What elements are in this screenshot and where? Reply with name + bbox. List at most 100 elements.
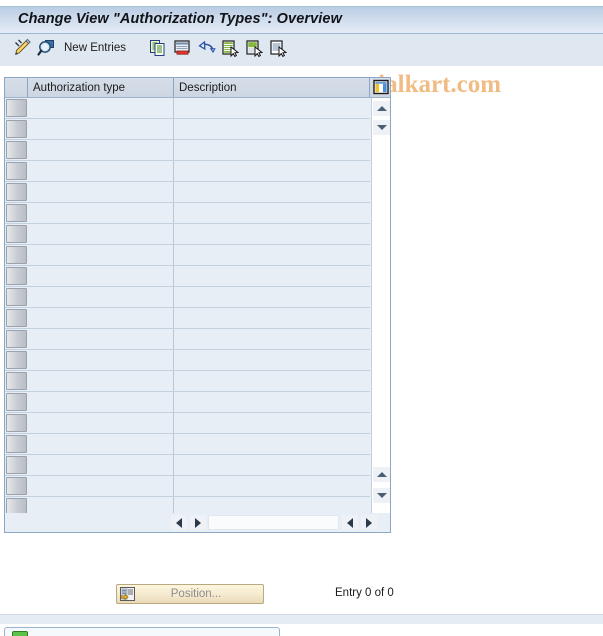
cell-description[interactable] xyxy=(174,497,370,513)
cell-description[interactable] xyxy=(174,455,370,475)
cell-authorization-type[interactable] xyxy=(28,371,174,391)
scroll-down-bottom-button[interactable] xyxy=(373,488,390,503)
cell-description[interactable] xyxy=(174,476,370,496)
cell-authorization-type[interactable] xyxy=(28,98,174,118)
row-selector-button[interactable] xyxy=(6,351,27,369)
cell-authorization-type[interactable] xyxy=(28,308,174,328)
cell-authorization-type[interactable] xyxy=(28,476,174,496)
table-row[interactable] xyxy=(5,497,370,513)
cell-description[interactable] xyxy=(174,413,370,433)
cell-description[interactable] xyxy=(174,140,370,160)
cell-authorization-type[interactable] xyxy=(28,161,174,181)
table-row[interactable] xyxy=(5,329,370,350)
cell-description[interactable] xyxy=(174,371,370,391)
row-selector-button[interactable] xyxy=(6,225,27,243)
table-row[interactable] xyxy=(5,98,370,119)
select-all-button[interactable] xyxy=(220,39,240,61)
cell-authorization-type[interactable] xyxy=(28,413,174,433)
scroll-right-end-button[interactable] xyxy=(361,515,377,530)
cell-description[interactable] xyxy=(174,245,370,265)
table-settings-icon[interactable] xyxy=(373,79,389,95)
cell-description[interactable] xyxy=(174,203,370,223)
cell-authorization-type[interactable] xyxy=(28,266,174,286)
row-selector-button[interactable] xyxy=(6,414,27,432)
horizontal-scrollbar[interactable] xyxy=(5,513,390,532)
row-selector-button[interactable] xyxy=(6,246,27,264)
horizontal-scroll-track[interactable] xyxy=(208,515,339,530)
new-entries-button[interactable]: New Entries xyxy=(64,42,126,54)
select-block-button[interactable] xyxy=(244,39,264,61)
cell-authorization-type[interactable] xyxy=(28,182,174,202)
table-row[interactable] xyxy=(5,371,370,392)
cell-description[interactable] xyxy=(174,161,370,181)
table-row[interactable] xyxy=(5,203,370,224)
display-change-button[interactable] xyxy=(12,38,32,61)
cell-authorization-type[interactable] xyxy=(28,497,174,513)
copy-as-button[interactable] xyxy=(148,39,168,61)
table-row[interactable] xyxy=(5,455,370,476)
undo-button[interactable] xyxy=(196,39,216,61)
cell-description[interactable] xyxy=(174,266,370,286)
row-selector-button[interactable] xyxy=(6,477,27,495)
cell-authorization-type[interactable] xyxy=(28,350,174,370)
scroll-down-top-button[interactable] xyxy=(373,120,390,135)
row-selector-button[interactable] xyxy=(6,498,27,513)
cell-description[interactable] xyxy=(174,392,370,412)
cell-authorization-type[interactable] xyxy=(28,329,174,349)
table-row[interactable] xyxy=(5,392,370,413)
scroll-up-top-button[interactable] xyxy=(373,101,390,116)
cell-description[interactable] xyxy=(174,308,370,328)
row-selector-button[interactable] xyxy=(6,330,27,348)
cell-description[interactable] xyxy=(174,350,370,370)
row-selector-button[interactable] xyxy=(6,288,27,306)
cell-authorization-type[interactable] xyxy=(28,245,174,265)
table-row[interactable] xyxy=(5,140,370,161)
table-row[interactable] xyxy=(5,308,370,329)
cell-description[interactable] xyxy=(174,224,370,244)
scroll-right-button[interactable] xyxy=(190,515,206,530)
table-row[interactable] xyxy=(5,413,370,434)
scroll-up-bottom-button[interactable] xyxy=(373,467,390,482)
cell-authorization-type[interactable] xyxy=(28,392,174,412)
row-selector-button[interactable] xyxy=(6,120,27,138)
cell-description[interactable] xyxy=(174,98,370,118)
row-selector-button[interactable] xyxy=(6,435,27,453)
table-row[interactable] xyxy=(5,434,370,455)
column-header-authorization-type[interactable]: Authorization type xyxy=(28,78,174,97)
table-row[interactable] xyxy=(5,119,370,140)
table-row[interactable] xyxy=(5,266,370,287)
scroll-left-end-button[interactable] xyxy=(342,515,358,530)
row-selector-button[interactable] xyxy=(6,141,27,159)
cell-authorization-type[interactable] xyxy=(28,434,174,454)
row-selector-button[interactable] xyxy=(6,162,27,180)
scroll-left-button[interactable] xyxy=(171,515,187,530)
row-selector-button[interactable] xyxy=(6,267,27,285)
row-selector-button[interactable] xyxy=(6,309,27,327)
cell-authorization-type[interactable] xyxy=(28,224,174,244)
table-row[interactable] xyxy=(5,350,370,371)
delete-button[interactable] xyxy=(172,39,192,61)
cell-authorization-type[interactable] xyxy=(28,119,174,139)
cell-description[interactable] xyxy=(174,329,370,349)
cell-description[interactable] xyxy=(174,119,370,139)
row-selector-button[interactable] xyxy=(6,99,27,117)
row-selector-button[interactable] xyxy=(6,393,27,411)
table-row[interactable] xyxy=(5,224,370,245)
cell-authorization-type[interactable] xyxy=(28,455,174,475)
row-selector-button[interactable] xyxy=(6,372,27,390)
row-selector-button[interactable] xyxy=(6,204,27,222)
table-row[interactable] xyxy=(5,245,370,266)
table-row[interactable] xyxy=(5,287,370,308)
table-row[interactable] xyxy=(5,161,370,182)
vertical-scrollbar[interactable] xyxy=(371,98,390,513)
deselect-all-button[interactable] xyxy=(268,39,288,61)
column-header-description[interactable]: Description xyxy=(174,78,370,97)
table-row[interactable] xyxy=(5,476,370,497)
cell-description[interactable] xyxy=(174,182,370,202)
cell-description[interactable] xyxy=(174,287,370,307)
table-row[interactable] xyxy=(5,182,370,203)
cell-authorization-type[interactable] xyxy=(28,140,174,160)
cell-authorization-type[interactable] xyxy=(28,203,174,223)
row-selector-button[interactable] xyxy=(6,456,27,474)
cell-description[interactable] xyxy=(174,434,370,454)
